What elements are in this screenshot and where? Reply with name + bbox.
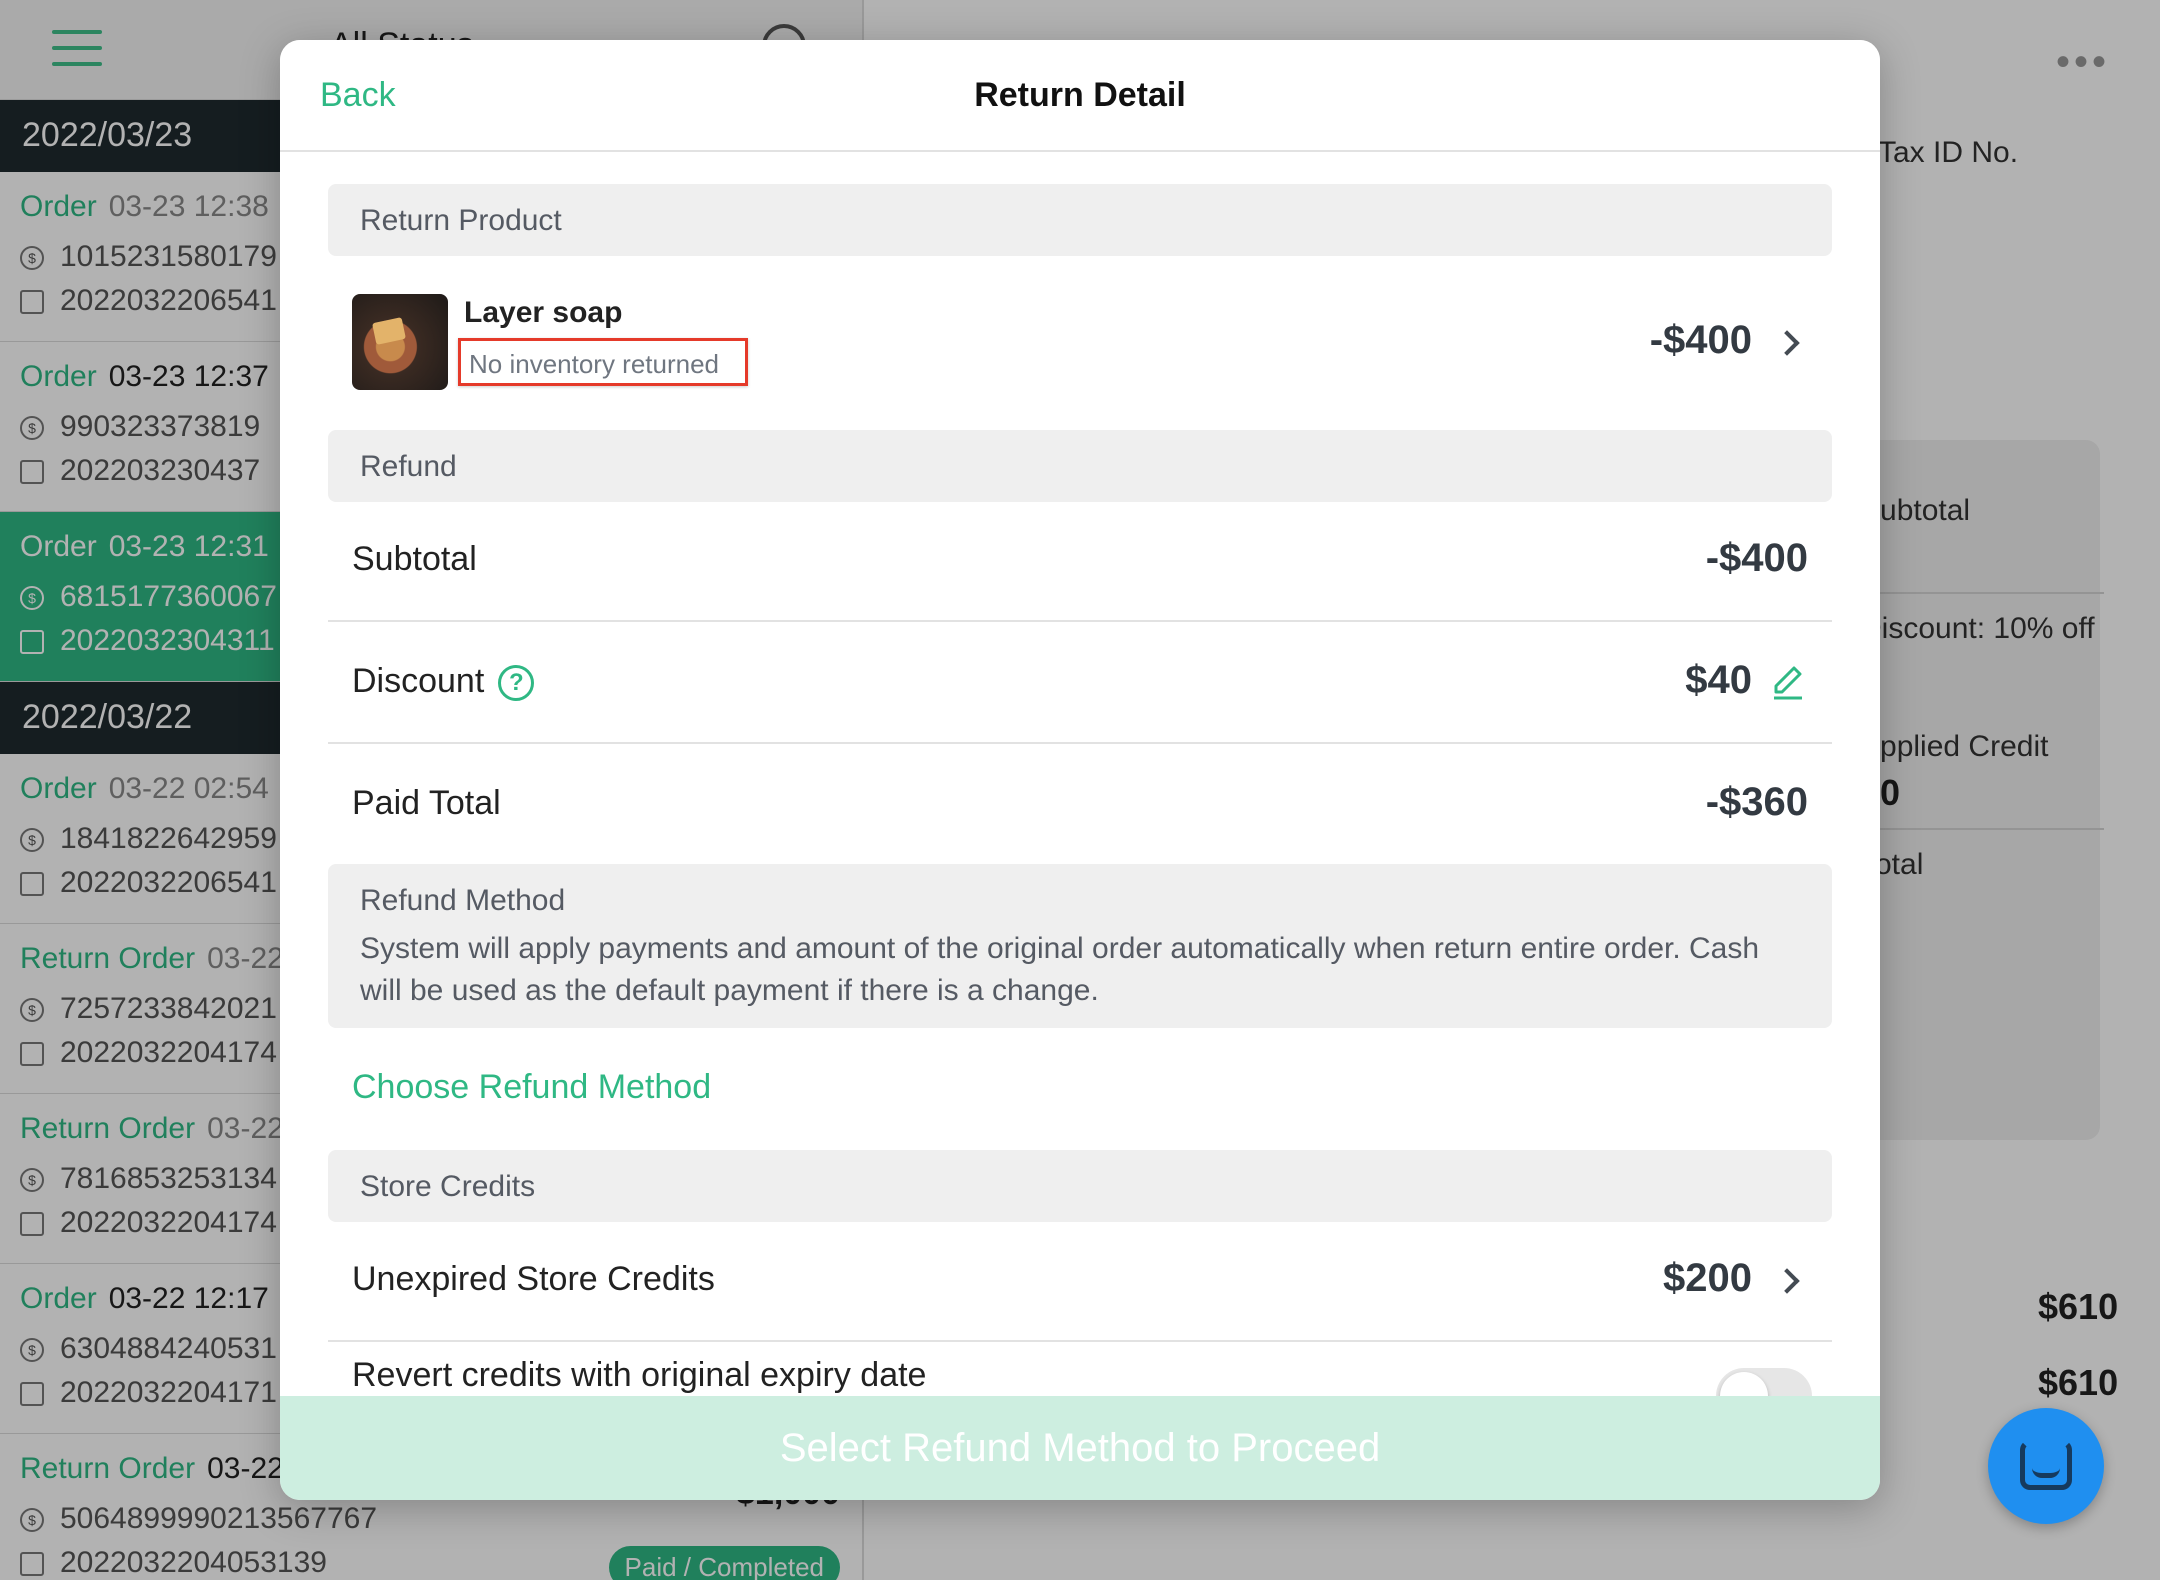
- help-icon[interactable]: ?: [498, 665, 535, 702]
- unexpired-credits-label: Unexpired Store Credits: [352, 1260, 715, 1298]
- subtotal-label: Subtotal: [352, 540, 477, 578]
- chevron-right-icon: [1774, 1268, 1800, 1294]
- product-name: Layer soap: [464, 296, 623, 329]
- return-product-section: Return Product: [328, 184, 1832, 256]
- discount-row: Discount? $40: [328, 624, 1832, 744]
- discount-value: $40: [1685, 658, 1752, 702]
- product-thumbnail: [352, 294, 448, 390]
- subtotal-row: Subtotal -$400: [328, 502, 1832, 622]
- proceed-button[interactable]: Select Refund Method to Proceed: [280, 1396, 1880, 1500]
- modal-header: Return Detail Back: [280, 40, 1880, 152]
- refund-section: Refund: [328, 430, 1832, 502]
- section-label: Return Product: [360, 204, 562, 237]
- chevron-right-icon: [1774, 330, 1800, 356]
- edit-icon[interactable]: [1768, 662, 1808, 702]
- store-credits-section: Store Credits: [328, 1150, 1832, 1222]
- paid-total-label: Paid Total: [352, 784, 501, 822]
- unexpired-credits-row[interactable]: Unexpired Store Credits $200: [328, 1222, 1832, 1342]
- paid-total-row: Paid Total -$360: [328, 746, 1832, 866]
- refund-method-title: Refund Method: [360, 884, 566, 917]
- chat-icon[interactable]: [1988, 1408, 2104, 1524]
- inventory-status-note: No inventory returned: [458, 338, 748, 386]
- product-price: -$400: [1649, 318, 1752, 362]
- modal-title: Return Detail: [974, 76, 1186, 114]
- refund-method-description: System will apply payments and amount of…: [360, 932, 1760, 1007]
- section-label: Refund: [360, 450, 457, 483]
- back-button[interactable]: Back: [320, 76, 396, 115]
- return-product-row[interactable]: Layer soap No inventory returned -$400: [328, 282, 1832, 422]
- choose-refund-method-link[interactable]: Choose Refund Method: [352, 1068, 711, 1107]
- paid-total-value: -$360: [1705, 780, 1808, 824]
- return-detail-modal: Return Detail Back Return Product Layer …: [280, 40, 1880, 1500]
- revert-credits-label: Revert credits with original expiry date: [352, 1356, 927, 1394]
- discount-label: Discount: [352, 662, 485, 700]
- unexpired-credits-value: $200: [1663, 1256, 1752, 1300]
- section-label: Store Credits: [360, 1170, 536, 1203]
- refund-method-info: Refund Method System will apply payments…: [328, 864, 1832, 1028]
- subtotal-value: -$400: [1705, 536, 1808, 580]
